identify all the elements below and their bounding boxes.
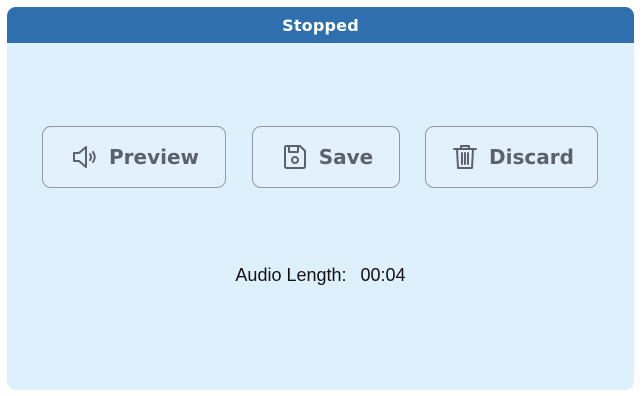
audio-length: Audio Length: 00:04 — [7, 265, 634, 286]
discard-button[interactable]: Discard — [425, 126, 598, 188]
audio-length-value: 00:04 — [360, 265, 406, 285]
save-button[interactable]: Save — [252, 126, 400, 188]
save-disk-icon — [279, 141, 311, 173]
preview-label: Preview — [108, 145, 200, 169]
discard-label: Discard — [489, 145, 574, 169]
status-title: Stopped — [7, 7, 634, 43]
audio-length-label: Audio Length: — [235, 265, 347, 285]
speaker-icon — [69, 141, 101, 173]
preview-button[interactable]: Preview — [42, 126, 226, 188]
recorder-panel: Stopped Preview Save Discard Audio Lengt… — [7, 7, 634, 390]
save-label: Save — [318, 145, 374, 169]
trash-icon — [449, 141, 481, 173]
